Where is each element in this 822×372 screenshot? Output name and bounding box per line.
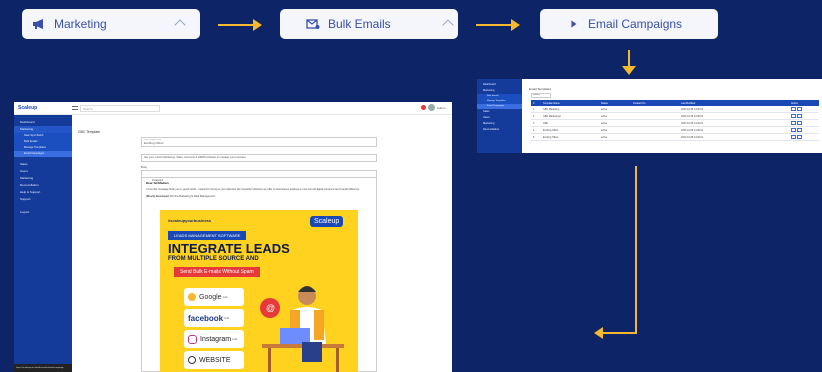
- mail-icon: [306, 19, 320, 29]
- sidebar: Dashboard Marketing Bulk Emails Manage T…: [477, 79, 522, 153]
- editor-toolbar: Paragraph: [141, 170, 377, 182]
- sidebar-item-users[interactable]: Users: [14, 168, 72, 175]
- edit-button[interactable]: [791, 120, 796, 125]
- sidebar-item-dashboard[interactable]: Dashboard: [14, 119, 72, 126]
- page-title: GBC Template: [78, 130, 100, 134]
- edit-button[interactable]: [791, 106, 796, 111]
- table-row: 1 GBC Marketing active 2023-10-05 14:00:…: [531, 106, 819, 113]
- page-title: Email Templates: [529, 87, 551, 91]
- sidebar-item-logout[interactable]: Logout: [14, 209, 72, 216]
- bulk-emails-label: Bulk Emails: [328, 17, 391, 31]
- sidebar-item-support[interactable]: Support: [14, 196, 72, 203]
- poster-hashtag: #scaleupyourbusiness: [168, 218, 212, 223]
- column-header: Action: [791, 101, 798, 105]
- connector-line: [635, 166, 637, 334]
- chevron-up-icon: [174, 19, 186, 31]
- body-label: Body: [141, 165, 148, 169]
- sidebar-item-reconciliation[interactable]: Reconciliation: [477, 127, 522, 133]
- signoff: (Mostly Developer): [146, 194, 170, 198]
- table-row: 3 GBC active 2023-10-05 14:00:01: [531, 120, 819, 127]
- sidebar-item-sales[interactable]: Sales: [14, 161, 72, 168]
- table-row: 4 Exciting Offers active 2023-10-05 14:0…: [531, 127, 819, 134]
- bulk-emails-pill[interactable]: Bulk Emails: [280, 9, 458, 39]
- website-logo: WEBSITE: [184, 351, 244, 369]
- marketing-label: Marketing: [54, 17, 107, 31]
- status-bar: https://scaleupcrm.in/bulk-emails/email-…: [14, 364, 72, 372]
- instagram-ads-logo: Instagram Ads: [184, 330, 244, 348]
- edit-button[interactable]: [791, 127, 796, 132]
- preview-text-field[interactable]: Get your current Marketing, Sales, Accou…: [141, 154, 377, 162]
- svg-text:@: @: [266, 303, 275, 313]
- edit-button[interactable]: [791, 113, 796, 118]
- sidebar-item-help[interactable]: Help & Support: [14, 189, 72, 196]
- sidebar-item-marketing[interactable]: Marketing: [14, 126, 72, 133]
- delete-button[interactable]: [797, 113, 802, 118]
- poster-brand: Scaleup: [310, 216, 344, 227]
- email-campaigns-pill[interactable]: Email Campaigns: [540, 9, 718, 39]
- poster-subheadline: FROM MULTIPLE SOURCE AND: [168, 256, 259, 262]
- campaigns-screenshot: Dashboard Marketing Bulk Emails Manage T…: [477, 79, 822, 153]
- chevron-up-icon: [442, 19, 454, 31]
- user-name: Admin: [437, 106, 446, 110]
- play-icon: [571, 20, 577, 28]
- avatar[interactable]: [428, 104, 435, 111]
- arrow-left-icon: [594, 327, 603, 339]
- google-ads-logo: Google Ads: [184, 288, 244, 306]
- table-row: 5 Exciting Offers active 2023-10-05 14:0…: [531, 134, 819, 141]
- column-header: #: [533, 101, 535, 105]
- table-row: 2 GBC Marketing2 active 2023-10-05 14:00…: [531, 113, 819, 120]
- sidebar-item-marketing-2[interactable]: Marketing: [14, 175, 72, 182]
- delete-button[interactable]: [797, 106, 802, 111]
- subject-field[interactable]: Sub. Subject Line Exciting Offers: [141, 137, 377, 147]
- arrow-right-icon: [218, 19, 262, 31]
- sidebar: Dashboard Marketing Data Sync Batch Bulk…: [14, 115, 72, 372]
- sidebar-item-reconciliation[interactable]: Reconciliation: [14, 182, 72, 189]
- megaphone-icon: [33, 19, 43, 29]
- arrow-down-icon: [622, 66, 636, 75]
- column-header: Last Modified: [681, 101, 696, 105]
- templates-table: # Template Name Status Created On Last M…: [531, 100, 819, 141]
- globe-icon: [188, 356, 196, 364]
- column-header: Status: [601, 101, 608, 105]
- edit-button[interactable]: [791, 134, 796, 139]
- brand-logo: Scaleup: [18, 105, 38, 111]
- email-campaigns-label: Email Campaigns: [588, 17, 683, 31]
- editor-screenshot: Scaleup Search Admin Dashboard Marketing…: [14, 102, 452, 372]
- search-input[interactable]: Search: [80, 105, 160, 112]
- google-ads-icon: [188, 293, 196, 301]
- poster-ribbon: LEADS MANAGEMENT SOFTWARE: [168, 231, 247, 240]
- instagram-icon: [188, 334, 197, 344]
- delete-button[interactable]: [797, 134, 802, 139]
- marketing-pill[interactable]: Marketing: [22, 9, 200, 39]
- delete-button[interactable]: [797, 127, 802, 132]
- notification-icon[interactable]: [421, 105, 426, 110]
- column-header: Template Name: [543, 101, 560, 105]
- promo-poster-image: #scaleupyourbusiness Scaleup LEADS MANAG…: [160, 210, 358, 372]
- menu-icon[interactable]: [72, 106, 78, 110]
- sidebar-subitem-email-campaigns[interactable]: Email Campaigns: [14, 151, 72, 157]
- connector-line: [602, 332, 637, 334]
- poster-headline: INTEGRATE LEADS: [168, 241, 290, 256]
- delete-button[interactable]: [797, 120, 802, 125]
- search-input[interactable]: Search: [531, 93, 551, 98]
- top-bar: Scaleup Search Admin: [14, 102, 452, 115]
- column-header: Created On: [633, 101, 646, 105]
- person-laptop-illustration: @: [260, 286, 344, 372]
- arrow-right-icon: [476, 19, 520, 31]
- signoff-tail: All-One Marketing & Data Management: [169, 194, 216, 198]
- facebook-ads-logo: facebook Ads: [184, 309, 244, 327]
- poster-banner: Send Bulk E-mails Without Spam: [174, 267, 260, 277]
